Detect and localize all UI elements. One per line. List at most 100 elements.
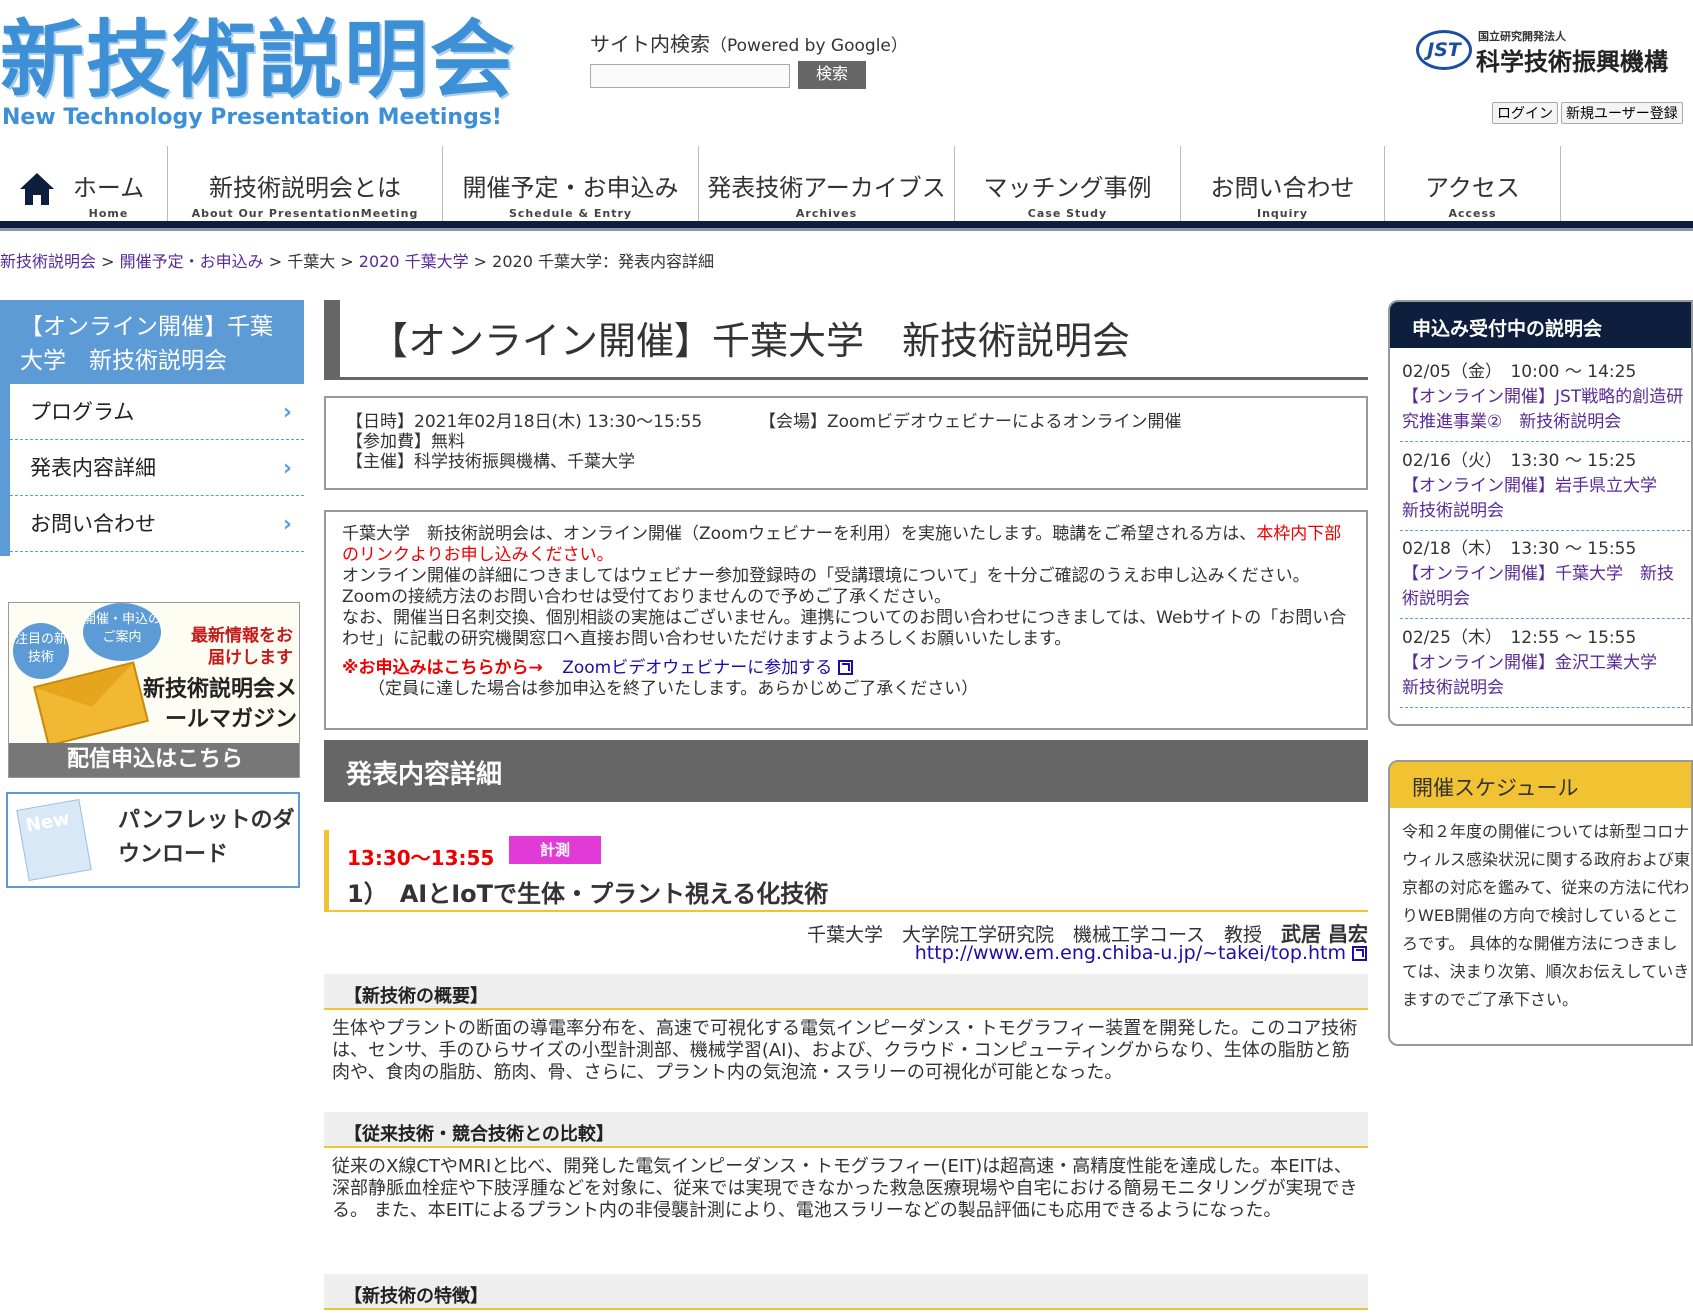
apply-row: ※お申込みはこちらから→ Zoomビデオウェビナーに参加する	[342, 658, 1350, 679]
overview-heading: 【新技術の概要】	[324, 974, 1368, 1010]
event-date: 02/25（木） 12:55 ～ 15:55	[1402, 628, 1637, 648]
mailmag-name: 新技術説明会メールマガジン	[142, 677, 297, 732]
desc-paragraph-3: なお、開催当日名刺交換、個別相談の実施はございません。連携についてのお問い合わせ…	[342, 608, 1347, 649]
mailmag-tagline: 最新情報をお届けします	[191, 626, 293, 668]
presenter-url-text: http://www.em.eng.chiba-u.jp/~takei/top.…	[914, 942, 1346, 964]
nav-inquiry[interactable]: お問い合わせ Inquiry	[1181, 146, 1385, 221]
nav-about-sub: About Our PresentationMeeting	[191, 207, 419, 220]
pamphlet-download-label: パンフレットのダウンロード	[118, 808, 295, 867]
list-item[interactable]: 02/25（木） 12:55 ～ 15:55 【オンライン開催】金沢工業大学 新…	[1400, 620, 1690, 708]
sidebar-item-label: 発表内容詳細	[30, 456, 156, 480]
presenter-url-link[interactable]: http://www.em.eng.chiba-u.jp/~takei/top.…	[915, 942, 1367, 964]
apply-label: ※お申込みはこちらから→	[342, 658, 543, 678]
breadcrumb-separator: >	[468, 252, 493, 271]
comparison-text: 従来のX線CTやMRIと比べ、開発した電気インピーダンス・トモグラフィー(EIT…	[332, 1156, 1358, 1221]
event-date: 02/18（木） 13:30 ～ 15:55	[1402, 539, 1637, 559]
talk-header: 13:30～13:55 計測 1） AIとIoTで生体・プラント視える化技術	[324, 830, 1368, 912]
event-host: 【主催】科学技術振興機構、千葉大学	[346, 452, 635, 472]
event-venue: 【会場】Zoomビデオウェビナーによるオンライン開催	[759, 412, 1182, 432]
talk-time: 13:30～13:55	[347, 846, 495, 870]
section-heading: 発表内容詳細	[324, 740, 1368, 802]
nav-case-study[interactable]: マッチング事例 Case Study	[955, 146, 1181, 221]
sidebar-item-program[interactable]: プログラム ›	[10, 384, 304, 440]
breadcrumb-home[interactable]: 新技術説明会	[0, 252, 96, 271]
breadcrumb-chiba: 千葉大	[287, 252, 336, 271]
nav-archives-sub: Archives	[795, 207, 858, 220]
event-link[interactable]: 【オンライン開催】岩手県立大学 新技術説明会	[1402, 474, 1690, 524]
list-item[interactable]: 02/05（金） 10:00 ～ 14:25 【オンライン開催】JST戦略的創造…	[1400, 354, 1690, 442]
list-item[interactable]: 02/18（木） 13:30 ～ 15:55 【オンライン開催】千葉大学 新技術…	[1400, 531, 1690, 619]
nav-access-label: アクセス	[1425, 174, 1520, 202]
event-link[interactable]: 【オンライン開催】千葉大学 新技術説明会	[1402, 562, 1690, 612]
nav-about[interactable]: 新技術説明会とは About Our PresentationMeeting	[168, 146, 443, 221]
event-description-box: 千葉大学 新技術説明会は、オンライン開催（Zoomウェビナーを利用）を実施いたし…	[324, 510, 1368, 730]
sidebar-item-details[interactable]: 発表内容詳細 ›	[10, 440, 304, 496]
nav-archives[interactable]: 発表技術アーカイブス Archives	[699, 146, 955, 221]
desc-paragraph-1: 千葉大学 新技術説明会は、オンライン開催（Zoomウェビナーを利用）を実施いたし…	[342, 524, 1350, 566]
category-badge: 計測	[509, 836, 601, 864]
overview-text: 生体やプラントの断面の導電率分布を、高速で可視化する電気インピーダンス・トモグラ…	[332, 1018, 1358, 1083]
register-button[interactable]: 新規ユーザー登録	[1561, 102, 1683, 124]
jst-logo[interactable]: JST 国立研究開発法人 科学技術振興機構	[1416, 24, 1676, 76]
zoom-apply-link[interactable]: Zoomビデオウェビナーに参加する	[562, 658, 854, 678]
sidebar-item-label: お問い合わせ	[30, 512, 156, 536]
breadcrumb-schedule[interactable]: 開催予定・お申込み	[120, 252, 264, 271]
breadcrumb-separator: >	[335, 252, 359, 271]
nav-case-study-label: マッチング事例	[983, 174, 1152, 202]
sidebar-item-inquiry[interactable]: お問い合わせ ›	[10, 496, 304, 552]
accepting-events-panel: 申込み受付中の説明会 02/05（金） 10:00 ～ 14:25 【オンライン…	[1388, 300, 1693, 726]
home-icon	[20, 173, 54, 205]
event-fee: 【参加費】無料	[346, 432, 465, 452]
pamphlet-download-banner[interactable]: New パンフレットのダウンロード	[6, 792, 300, 888]
list-item[interactable]: 02/16（火） 13:30 ～ 15:25 【オンライン開催】岩手県立大学 新…	[1400, 443, 1690, 531]
nav-about-label: 新技術説明会とは	[209, 174, 401, 202]
accepting-events-heading: 申込み受付中の説明会	[1390, 302, 1691, 348]
nav-schedule-sub: Schedule & Entry	[508, 207, 633, 220]
breadcrumb: 新技術説明会 > 開催予定・お申込み > 千葉大 > 2020 千葉大学 > 2…	[0, 248, 714, 272]
event-date: 02/16（火） 13:30 ～ 15:25	[1402, 451, 1637, 471]
nav-access[interactable]: アクセス Access	[1385, 146, 1561, 221]
mail-magazine-banner[interactable]: 注目の新技術 開催・申込のご案内 最新情報をお届けします 新技術説明会メールマガ…	[8, 602, 300, 778]
sidebar-accent-bar	[0, 384, 10, 556]
event-info-box: 【日時】2021年02月18日(木) 13:30～15:55 【会場】Zoomビ…	[324, 396, 1368, 490]
breadcrumb-separator: >	[96, 252, 120, 271]
chevron-right-icon: ›	[282, 400, 292, 425]
jst-org-name: 科学技術振興機構	[1476, 48, 1668, 76]
sidebar-event-title[interactable]: 【オンライン開催】千葉大学 新技術説明会	[0, 300, 304, 384]
desc-text: 千葉大学 新技術説明会は、オンライン開催（Zoomウェビナーを利用）を実施いたし…	[342, 524, 1257, 544]
mailmag-bubble-info: 開催・申込のご案内	[83, 603, 161, 661]
desc-paragraph-2: オンライン開催の詳細につきましてはウェビナー参加登録時の「受講環境について」を十…	[342, 566, 1310, 607]
chevron-right-icon: ›	[282, 456, 292, 481]
breadcrumb-event[interactable]: 2020 千葉大学	[359, 252, 469, 271]
external-link-icon	[1352, 946, 1367, 961]
event-date: 【日時】2021年02月18日(木) 13:30～15:55	[346, 412, 703, 432]
schedule-heading: 開催スケジュール	[1390, 762, 1691, 808]
apply-note: （定員に達した場合は参加申込を終了いたします。あらかじめご了承ください）	[368, 679, 979, 699]
chevron-right-icon: ›	[282, 512, 292, 537]
event-link[interactable]: 【オンライン開催】JST戦略的創造研究推進事業② 新技術説明会	[1402, 385, 1690, 435]
nav-schedule[interactable]: 開催予定・お申込み Schedule & Entry	[443, 146, 699, 221]
search-powered-text: （Powered by Google）	[710, 36, 908, 56]
event-link[interactable]: 【オンライン開催】金沢工業大学 新技術説明会	[1402, 651, 1690, 701]
site-logo[interactable]: 新技術説明会	[0, 12, 516, 108]
jst-mark-icon: JST	[1416, 30, 1472, 70]
talk-title: 1） AIとIoTで生体・プラント視える化技術	[347, 880, 829, 908]
nav-access-sub: Access	[1448, 207, 1497, 220]
search-input[interactable]	[590, 64, 790, 88]
main-nav: ホーム Home 新技術説明会とは About Our Presentation…	[0, 146, 1693, 229]
features-heading: 【新技術の特徴】	[324, 1274, 1368, 1310]
mailmag-bubble-new-tech: 注目の新技術	[13, 623, 69, 679]
external-link-icon	[838, 660, 854, 675]
comparison-heading: 【従来技術・競合技術との比較】	[324, 1112, 1368, 1148]
login-button[interactable]: ログイン	[1492, 102, 1558, 124]
schedule-panel: 開催スケジュール 令和２年度の開催については新型コロナウィルス感染状況に関する政…	[1388, 760, 1693, 1046]
nav-home-sub: Home	[88, 207, 129, 220]
nav-archives-label: 発表技術アーカイブス	[707, 174, 946, 202]
search-button[interactable]: 検索	[798, 61, 866, 89]
search-label-text: サイト内検索	[590, 32, 710, 56]
nav-case-study-sub: Case Study	[1027, 207, 1108, 220]
nav-home-label: ホーム	[72, 174, 145, 202]
nav-shadow	[0, 228, 1693, 231]
nav-home[interactable]: ホーム Home	[0, 146, 168, 221]
schedule-text: 令和２年度の開催については新型コロナウィルス感染状況に関する政府および東京都の対…	[1402, 822, 1691, 1009]
